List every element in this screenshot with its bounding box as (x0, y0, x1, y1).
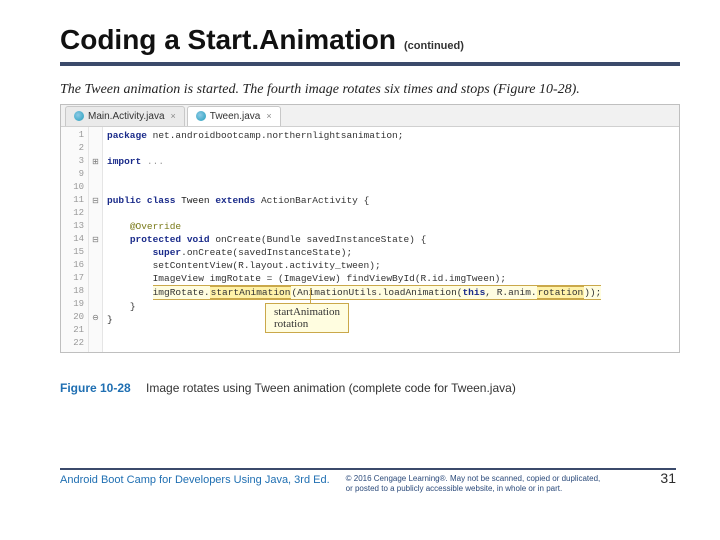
book-title: Android Boot Camp for Developers Using J… (60, 474, 330, 486)
java-icon (196, 111, 206, 121)
footer-rule (60, 468, 676, 470)
callout-line1: startAnimation (274, 306, 340, 318)
line-gutter: 1 2 3 9 10 11 12 13 14 15 16 17 18 19 20… (61, 127, 89, 352)
editor-tabs: Main.Activity.java × Tween.java × (61, 105, 679, 127)
tab-tween[interactable]: Tween.java × (187, 106, 281, 126)
java-icon (74, 111, 84, 121)
figure-caption: Figure 10-28 Image rotates using Tween a… (60, 381, 680, 395)
continued-label: (continued) (404, 40, 464, 52)
copyright-text: © 2016 Cengage Learning®. May not be sca… (346, 474, 606, 494)
slide-title: Coding a Start.Animation (60, 24, 396, 56)
callout-line2: rotation (274, 318, 340, 330)
callout-connector (310, 288, 311, 304)
intro-text: The Tween animation is started. The four… (60, 82, 680, 98)
tab-main-activity[interactable]: Main.Activity.java × (65, 106, 185, 126)
footer: Android Boot Camp for Developers Using J… (60, 474, 676, 494)
close-icon[interactable]: × (266, 111, 271, 121)
code-body: package net.androidbootcamp.northernligh… (103, 127, 679, 352)
figure-number: Figure 10-28 (60, 381, 131, 395)
tab-label: Main.Activity.java (88, 111, 165, 122)
figure-text: Image rotates using Tween animation (com… (146, 381, 516, 395)
close-icon[interactable]: × (171, 111, 176, 121)
title-rule (60, 62, 680, 66)
ide-screenshot: Main.Activity.java × Tween.java × 1 2 3 … (60, 104, 680, 353)
callout-box: startAnimation rotation (265, 303, 349, 333)
tab-label: Tween.java (210, 111, 261, 122)
code-area: 1 2 3 9 10 11 12 13 14 15 16 17 18 19 20… (61, 127, 679, 352)
page-number: 31 (660, 470, 676, 486)
fold-column: ⊞⊟⊟⊖ (89, 127, 103, 352)
